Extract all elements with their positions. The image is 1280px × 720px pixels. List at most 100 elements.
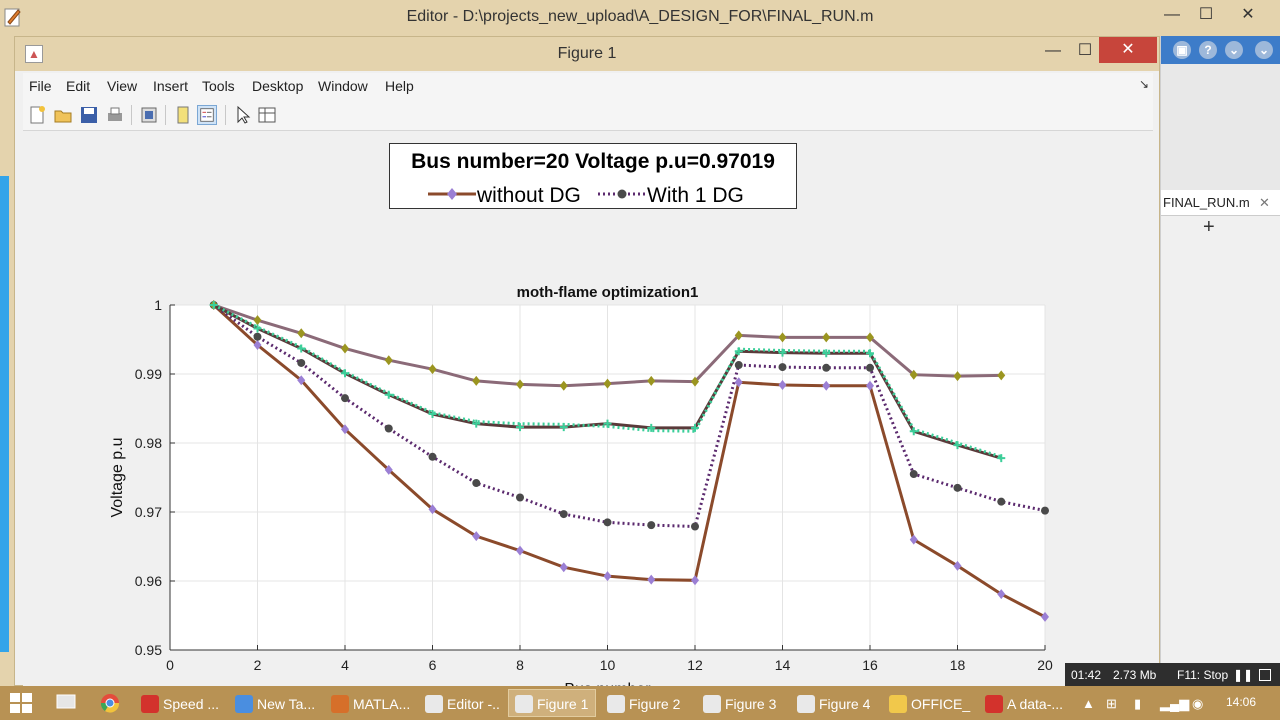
- dock-arrow-icon[interactable]: ↘: [1139, 77, 1149, 91]
- taskbar-item-label: Figure 4: [819, 696, 871, 712]
- taskbar-item-label: Figure 3: [725, 696, 777, 712]
- help-icon[interactable]: ?: [1199, 41, 1217, 59]
- taskbar-item[interactable]: Figure 2: [600, 689, 688, 717]
- taskbar-item[interactable]: A data-...: [978, 689, 1068, 717]
- taskbar-item[interactable]: New Ta...: [228, 689, 318, 717]
- taskbar-item[interactable]: MATLA...: [324, 689, 412, 717]
- taskbar-item[interactable]: Figure 1: [508, 689, 596, 717]
- taskbar-item-label: A data-...: [1007, 696, 1064, 712]
- clock[interactable]: 14:06: [1226, 695, 1256, 709]
- toggle-legend-icon[interactable]: [197, 105, 217, 125]
- figure-window: ▲ Figure 1 — ☐ ✕ File Edit View Insert T…: [14, 36, 1160, 687]
- print-icon[interactable]: [105, 105, 125, 125]
- taskbar-item-label: Figure 1: [537, 696, 589, 712]
- tray-volume-icon[interactable]: ◉: [1192, 696, 1203, 712]
- menu-desktop[interactable]: Desktop: [252, 78, 303, 94]
- menu-help[interactable]: Help: [385, 78, 414, 94]
- menu-insert[interactable]: Insert: [153, 78, 188, 94]
- app-icon: [331, 695, 349, 713]
- menu-view[interactable]: View: [107, 78, 137, 94]
- editor-maximize-button[interactable]: ☐: [1186, 2, 1226, 28]
- new-tab-button[interactable]: +: [1203, 216, 1215, 239]
- data-point[interactable]: [516, 493, 524, 502]
- figure-canvas[interactable]: 0 2 4 6 8 10 12 14 16 18 20 0.95 0.96 0.97 0.98 0.99 1 mo…: [23, 133, 1153, 687]
- taskbar-item-label: OFFICE_...: [911, 696, 971, 712]
- data-point[interactable]: [997, 497, 1006, 506]
- data-point[interactable]: [384, 424, 393, 433]
- data-point[interactable]: [1041, 506, 1049, 515]
- tray-power-icon[interactable]: ▮: [1134, 696, 1141, 712]
- data-point[interactable]: [909, 470, 918, 479]
- data-point[interactable]: [691, 522, 699, 531]
- data-point[interactable]: [603, 518, 612, 527]
- stop-hint: F11: Stop: [1177, 668, 1229, 682]
- data-point[interactable]: [297, 358, 306, 367]
- taskbar-item[interactable]: Speed ...: [134, 689, 220, 717]
- data-point[interactable]: [428, 452, 437, 461]
- data-point[interactable]: [778, 363, 787, 372]
- taskbar-item[interactable]: Figure 3: [696, 689, 784, 717]
- y-axis-label: Voltage p.u: [109, 437, 126, 517]
- edit-plot-icon[interactable]: [233, 105, 253, 125]
- editor-title: Editor - D:\projects_new_upload\A_DESIGN…: [406, 8, 874, 25]
- figure-maximize-button[interactable]: ☐: [1069, 39, 1101, 63]
- editor-file-tab[interactable]: FINAL_RUN.m ✕: [1161, 190, 1280, 216]
- link-plot-icon[interactable]: [173, 105, 193, 125]
- close-tab-icon[interactable]: ✕: [1259, 190, 1270, 216]
- minimize-toolstrip-icon[interactable]: ⌄: [1225, 41, 1243, 59]
- y-tick-label: 1: [154, 297, 162, 313]
- toolbar-separator: [131, 105, 132, 125]
- data-point[interactable]: [559, 510, 568, 519]
- y-tick-label: 0.97: [135, 504, 162, 520]
- taskbar-item[interactable]: Editor -...: [418, 689, 502, 717]
- legend-label-with-dg: With 1 DG: [647, 184, 744, 207]
- menu-window[interactable]: Window: [318, 78, 368, 94]
- tray-windows-icon[interactable]: ⊞: [1106, 696, 1117, 712]
- plot-area[interactable]: 0 2 4 6 8 10 12 14 16 18 20 0.95 0.96 0.97 0.98 0.99 1 mo…: [23, 133, 1153, 687]
- data-point[interactable]: [953, 483, 962, 492]
- data-point[interactable]: [866, 363, 874, 372]
- windows-start-icon[interactable]: [10, 693, 32, 713]
- menu-tools[interactable]: Tools: [202, 78, 235, 94]
- menu-edit[interactable]: Edit: [66, 78, 90, 94]
- data-point[interactable]: [822, 363, 831, 372]
- chrome-icon[interactable]: [100, 693, 120, 713]
- taskbar-item-label: Speed ...: [163, 696, 220, 712]
- desktop-icon[interactable]: [56, 694, 76, 712]
- taskbar-item-label: MATLA...: [353, 696, 411, 712]
- tray-network-icon[interactable]: ▂▄▆: [1160, 696, 1189, 712]
- save-icon[interactable]: [79, 105, 99, 125]
- property-inspector-icon[interactable]: [257, 105, 277, 125]
- recording-time: 01:42: [1071, 668, 1102, 682]
- data-point[interactable]: [472, 479, 481, 488]
- legend-label-without-dg: without DG: [477, 184, 581, 207]
- legend[interactable]: Bus number=20 Voltage p.u=0.97019 withou…: [389, 143, 797, 209]
- taskbar-item[interactable]: OFFICE_...: [882, 689, 972, 717]
- data-point[interactable]: [734, 361, 743, 370]
- taskbar-item[interactable]: Figure 4: [790, 689, 876, 717]
- layout-icon[interactable]: ▣: [1173, 41, 1191, 59]
- toolbar-separator: [225, 105, 226, 125]
- x-tick-label: 2: [254, 657, 262, 673]
- editor-left-indicator: [0, 176, 9, 652]
- editor-close-button[interactable]: ✕: [1228, 2, 1268, 28]
- data-point[interactable]: [341, 394, 349, 403]
- figure-close-button[interactable]: ✕: [1099, 37, 1157, 63]
- stop-icon[interactable]: [1259, 669, 1271, 681]
- pause-icon[interactable]: ❚❚: [1233, 663, 1253, 687]
- options-icon[interactable]: ⌄: [1255, 41, 1273, 59]
- tray-overflow-icon[interactable]: ▲: [1082, 696, 1095, 711]
- open-file-icon[interactable]: [53, 105, 73, 125]
- taskbar: Speed ... New Ta... MATLA... Editor -... Fig…: [0, 686, 1280, 720]
- data-point[interactable]: [647, 521, 656, 530]
- taskbar-item-label: Figure 2: [629, 696, 681, 712]
- print-preview-icon[interactable]: [139, 105, 159, 125]
- new-figure-icon[interactable]: [27, 105, 47, 125]
- taskbar-item-label: New Ta...: [257, 696, 316, 712]
- figure-minimize-button[interactable]: —: [1037, 39, 1069, 63]
- app-icon: [985, 695, 1003, 713]
- recorder-status-bar: 01:42 2.73 Mb F11: Stop ❚❚: [1065, 663, 1280, 687]
- recording-size: 2.73 Mb: [1113, 668, 1157, 682]
- menu-file[interactable]: File: [29, 78, 52, 94]
- data-point[interactable]: [253, 332, 262, 341]
